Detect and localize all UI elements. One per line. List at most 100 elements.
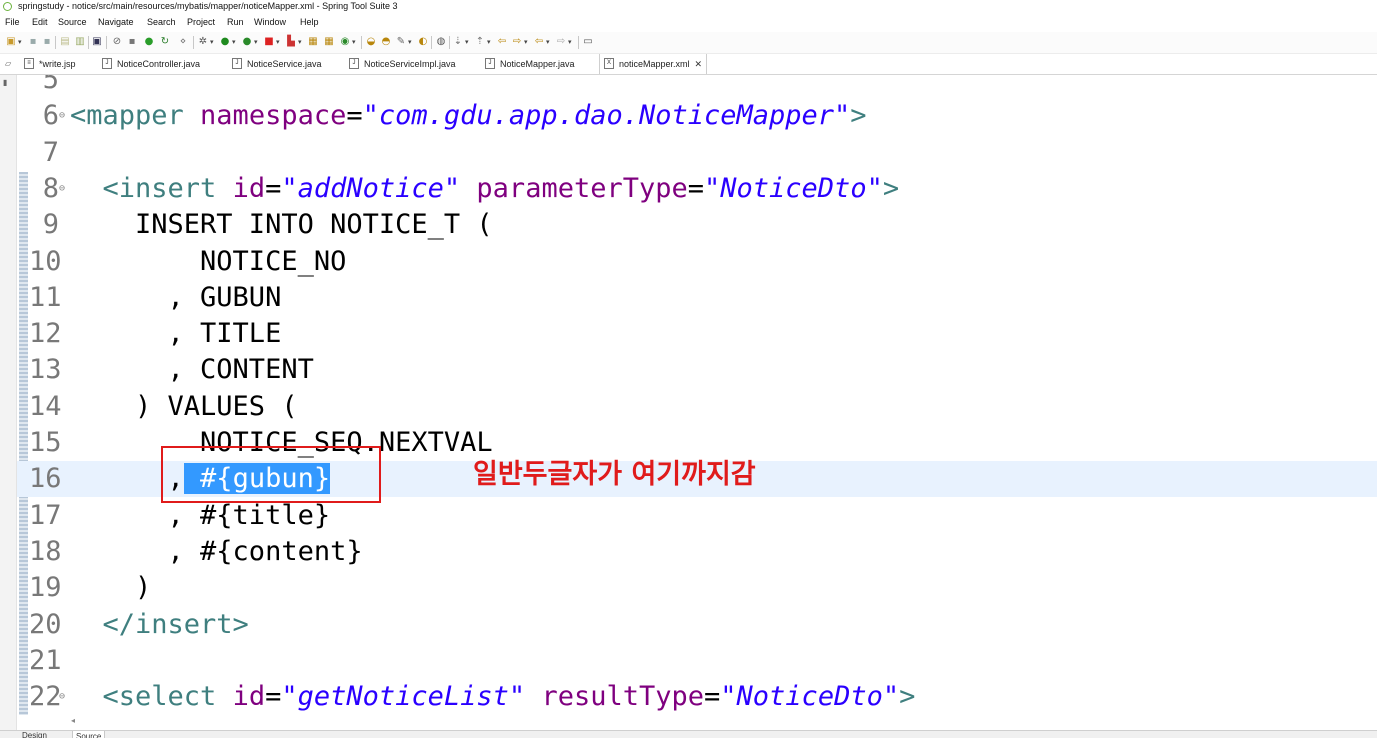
back-icon[interactable]: ⇦ <box>534 37 544 47</box>
code-line[interactable]: 11 , GUBUN <box>17 280 1377 316</box>
menu-source[interactable]: Source <box>58 14 87 31</box>
toggle-icon[interactable]: ▪ <box>127 37 137 47</box>
tab-notice-service-impl[interactable]: J NoticeServiceImpl.java <box>349 54 456 74</box>
menu-run[interactable]: Run <box>227 14 244 31</box>
tools-icon[interactable]: ⋄ <box>178 37 188 47</box>
code-line[interactable]: 20 </insert> <box>17 607 1377 643</box>
open-resource-icon[interactable]: ◓ <box>381 37 391 47</box>
pen-icon[interactable]: ✎ <box>396 37 406 47</box>
code-line[interactable]: 19 ) <box>17 570 1377 606</box>
external-tools-icon[interactable]: ▙ <box>286 37 296 47</box>
print-icon[interactable]: ▤ <box>60 37 70 47</box>
code-line[interactable]: 12 , TITLE <box>17 316 1377 352</box>
new-file-icon[interactable]: ▣ <box>6 37 16 47</box>
new-dropdown-icon[interactable]: ▾ <box>18 37 22 47</box>
tab-label: noticeMapper.xml <box>619 59 690 69</box>
spring-boot-icon[interactable]: ● <box>144 37 154 47</box>
menu-search[interactable]: Search <box>147 14 176 31</box>
code-line[interactable]: 22 ⊖ <select id="getNoticeList" resultTyp… <box>17 679 1377 715</box>
line-number: 6 <box>42 100 59 132</box>
editor-tab-bar: ▱ ≡ *write.jsp J NoticeController.java J No… <box>0 54 1377 75</box>
code-line[interactable]: 8 ⊖ <insert id="addNotice" parameterType=… <box>17 171 1377 207</box>
refresh-icon[interactable]: ↻ <box>160 37 170 47</box>
line-number: 9 <box>42 209 59 241</box>
annotation-text: 일반두글자가 여기까지감 <box>473 459 756 490</box>
tab-notice-service[interactable]: J NoticeService.java <box>232 54 322 74</box>
run-dropdown-icon[interactable]: ▾ <box>232 37 236 47</box>
code-line[interactable]: 7 <box>17 135 1377 171</box>
code-editor[interactable]: 5 6 ⊖ <mapper namespace="com.gdu.app.dao.No… <box>17 75 1377 715</box>
forward-icon[interactable]: ⇨ <box>556 37 566 47</box>
code-text: , GUBUN <box>70 280 282 316</box>
open-type-icon[interactable]: ◒ <box>366 37 376 47</box>
menu-navigate[interactable]: Navigate <box>98 14 134 31</box>
fold-toggle-icon[interactable]: ⊖ <box>59 692 65 702</box>
new-project-icon[interactable]: ▦ <box>324 37 334 47</box>
coverage-icon[interactable]: ● <box>242 37 252 47</box>
code-token: id <box>232 681 266 713</box>
editor-gutter: ▮ <box>0 75 17 735</box>
run-icon[interactable]: ● <box>220 37 230 47</box>
menu-window[interactable]: Window <box>254 14 286 31</box>
new-class-icon[interactable]: ◉ <box>340 37 350 47</box>
coverage-dropdown-icon[interactable]: ▾ <box>254 37 258 47</box>
forward-dropdown-icon[interactable]: ▾ <box>568 37 572 47</box>
open-perspective-icon[interactable]: ▭ <box>583 37 593 47</box>
menu-edit[interactable]: Edit <box>32 14 48 31</box>
skip-breakpoints-icon[interactable]: ⊘ <box>112 37 122 47</box>
tab-notice-controller[interactable]: J NoticeController.java <box>102 54 200 74</box>
back-dropdown-icon[interactable]: ▾ <box>546 37 550 47</box>
menu-file[interactable]: File <box>5 14 20 31</box>
tab-notice-mapper-xml[interactable]: XnoticeMapper.xml ✕ <box>599 54 708 74</box>
code-text: <insert id="addNotice" parameterType="No… <box>70 171 900 207</box>
external-dropdown-icon[interactable]: ▾ <box>298 37 302 47</box>
new-server-icon[interactable]: ▦ <box>308 37 318 47</box>
code-line[interactable]: 21 <box>17 643 1377 679</box>
prev-annotation-dropdown-icon[interactable]: ▾ <box>487 37 491 47</box>
next-annotation-dropdown-icon[interactable]: ▾ <box>465 37 469 47</box>
jsp-file-icon: ≡ <box>24 58 34 70</box>
stop-dropdown-icon[interactable]: ▾ <box>276 37 280 47</box>
folder-icon[interactable]: ◐ <box>418 37 428 47</box>
code-line[interactable]: 14 ) VALUES ( <box>17 389 1377 425</box>
fold-toggle-icon[interactable]: ⊖ <box>59 111 65 121</box>
save-all-icon[interactable]: ▪ <box>42 37 52 47</box>
close-tab-icon[interactable]: ✕ <box>695 59 703 69</box>
code-token: = <box>265 172 282 204</box>
globe-icon[interactable]: ◍ <box>436 37 446 47</box>
minimize-icon[interactable]: ▱ <box>5 59 11 68</box>
code-line[interactable]: 18 , #{content} <box>17 534 1377 570</box>
prev-annotation-icon[interactable]: ⇡ <box>475 37 485 47</box>
code-token: namespace <box>200 100 347 132</box>
code-line[interactable]: 5 <box>17 75 1377 98</box>
code-line[interactable]: 13 , CONTENT <box>17 352 1377 388</box>
tab-notice-mapper-java[interactable]: J NoticeMapper.java <box>485 54 575 74</box>
next-edit-icon[interactable]: ⇨ <box>512 37 522 47</box>
code-line[interactable]: 10 NOTICE_NO <box>17 244 1377 280</box>
debug-icon[interactable]: ✲ <box>198 37 208 47</box>
next-annotation-icon[interactable]: ⇣ <box>453 37 463 47</box>
edit-dropdown-icon[interactable]: ▾ <box>524 37 528 47</box>
code-token: "com.gdu.app.dao.NoticeMapper" <box>362 100 851 132</box>
code-token: = <box>346 100 363 132</box>
code-text: </insert> <box>70 607 249 643</box>
horizontal-scrollbar[interactable]: ◂ <box>17 716 1377 730</box>
debug-dropdown-icon[interactable]: ▾ <box>210 37 214 47</box>
console-icon[interactable]: ▣ <box>92 37 102 47</box>
menu-project[interactable]: Project <box>187 14 215 31</box>
code-text: , #{content} <box>70 534 363 570</box>
code-line[interactable]: 6 ⊖ <mapper namespace="com.gdu.app.dao.Not… <box>17 98 1377 134</box>
xml-file-icon: X <box>604 58 614 70</box>
save-icon[interactable]: ▪ <box>28 37 38 47</box>
code-line[interactable]: 9 INSERT INTO NOTICE_T ( <box>17 207 1377 243</box>
stop-icon[interactable]: ■ <box>264 37 274 47</box>
fold-toggle-icon[interactable]: ⊖ <box>59 183 65 194</box>
menu-help[interactable]: Help <box>300 14 319 31</box>
last-edit-icon[interactable]: ⇦ <box>497 37 507 47</box>
new-class-dropdown-icon[interactable]: ▾ <box>352 37 356 47</box>
scroll-left-icon[interactable]: ◂ <box>71 716 75 725</box>
tab-write-jsp[interactable]: ≡ *write.jsp <box>24 54 76 74</box>
code-token: , #{content} <box>70 535 363 567</box>
properties-icon[interactable]: ▥ <box>75 37 85 47</box>
pen-dropdown-icon[interactable]: ▾ <box>408 37 412 47</box>
